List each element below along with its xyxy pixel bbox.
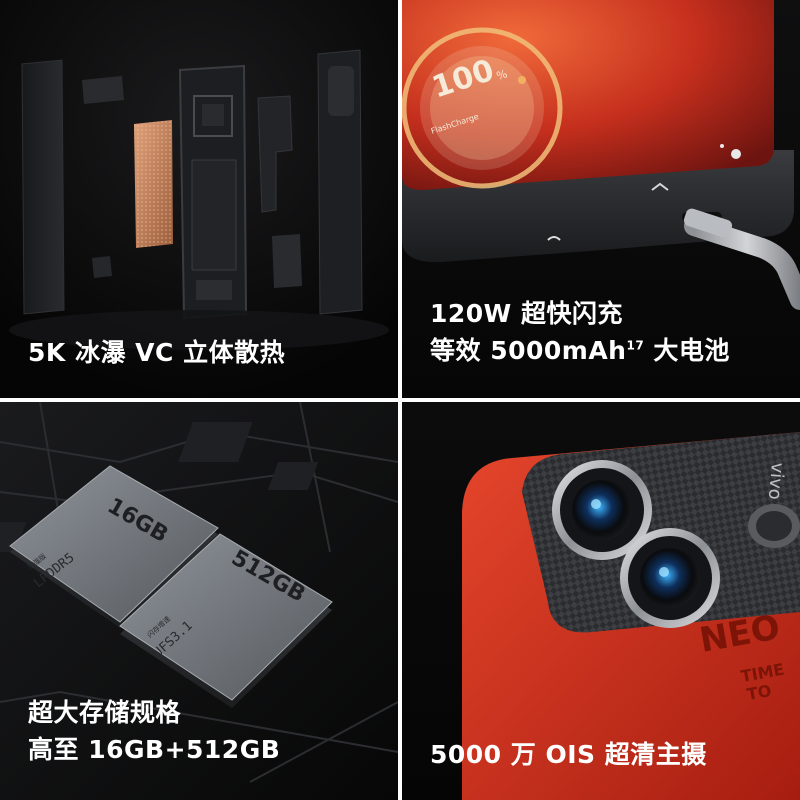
- charging-caption-line2-main: 等效 5000mAh: [430, 336, 627, 365]
- middle-frame-layer: [178, 64, 248, 320]
- charging-caption-line1: 120W 超快闪充: [430, 299, 623, 328]
- flash-unit: [748, 504, 800, 548]
- secondary-camera-lens: [620, 528, 720, 628]
- storage-caption-line1: 超大存储规格: [28, 698, 182, 727]
- storage-tile: 16GB 增强版 LPDDR5 512GB 闪存增速 UFS3.1 超大存储规格…: [0, 402, 398, 800]
- cooling-tile: 5K 冰瀑 VC 立体散热: [0, 0, 398, 398]
- storage-caption-line2: 高至 16GB+512GB: [28, 735, 281, 764]
- promo-grid: 5K 冰瀑 VC 立体散热 100 % FlashCharge 120W 超快闪…: [0, 0, 800, 800]
- charging-caption: 120W 超快闪充 等效 5000mAh17 大电池: [430, 295, 730, 369]
- camera-shortcut-icon: [731, 149, 741, 159]
- charge-ring: [402, 27, 563, 189]
- charging-caption-line2: 等效 5000mAh17 大电池: [430, 332, 730, 369]
- charging-tile: 100 % FlashCharge 120W 超快闪充 等效 5000mAh17…: [402, 0, 800, 398]
- camera-tile: vivo NEO TIME TO 5000 万 OIS 超清主摄: [402, 402, 800, 800]
- charge-dot: [518, 76, 526, 84]
- charging-caption-line2-tail: 大电池: [644, 336, 730, 365]
- back-cover-layer: [317, 49, 363, 315]
- cooling-caption: 5K 冰瀑 VC 立体散热: [28, 338, 286, 367]
- storage-caption: 超大存储规格 高至 16GB+512GB: [28, 694, 280, 768]
- footnote-marker: 17: [626, 338, 645, 353]
- vapor-chamber-layer: [134, 120, 173, 248]
- mic-dot-icon: [720, 144, 724, 148]
- brand-logo-text: vivo: [764, 462, 788, 501]
- front-glass-layer: [21, 59, 65, 315]
- camera-caption: 5000 万 OIS 超清主摄: [430, 740, 707, 769]
